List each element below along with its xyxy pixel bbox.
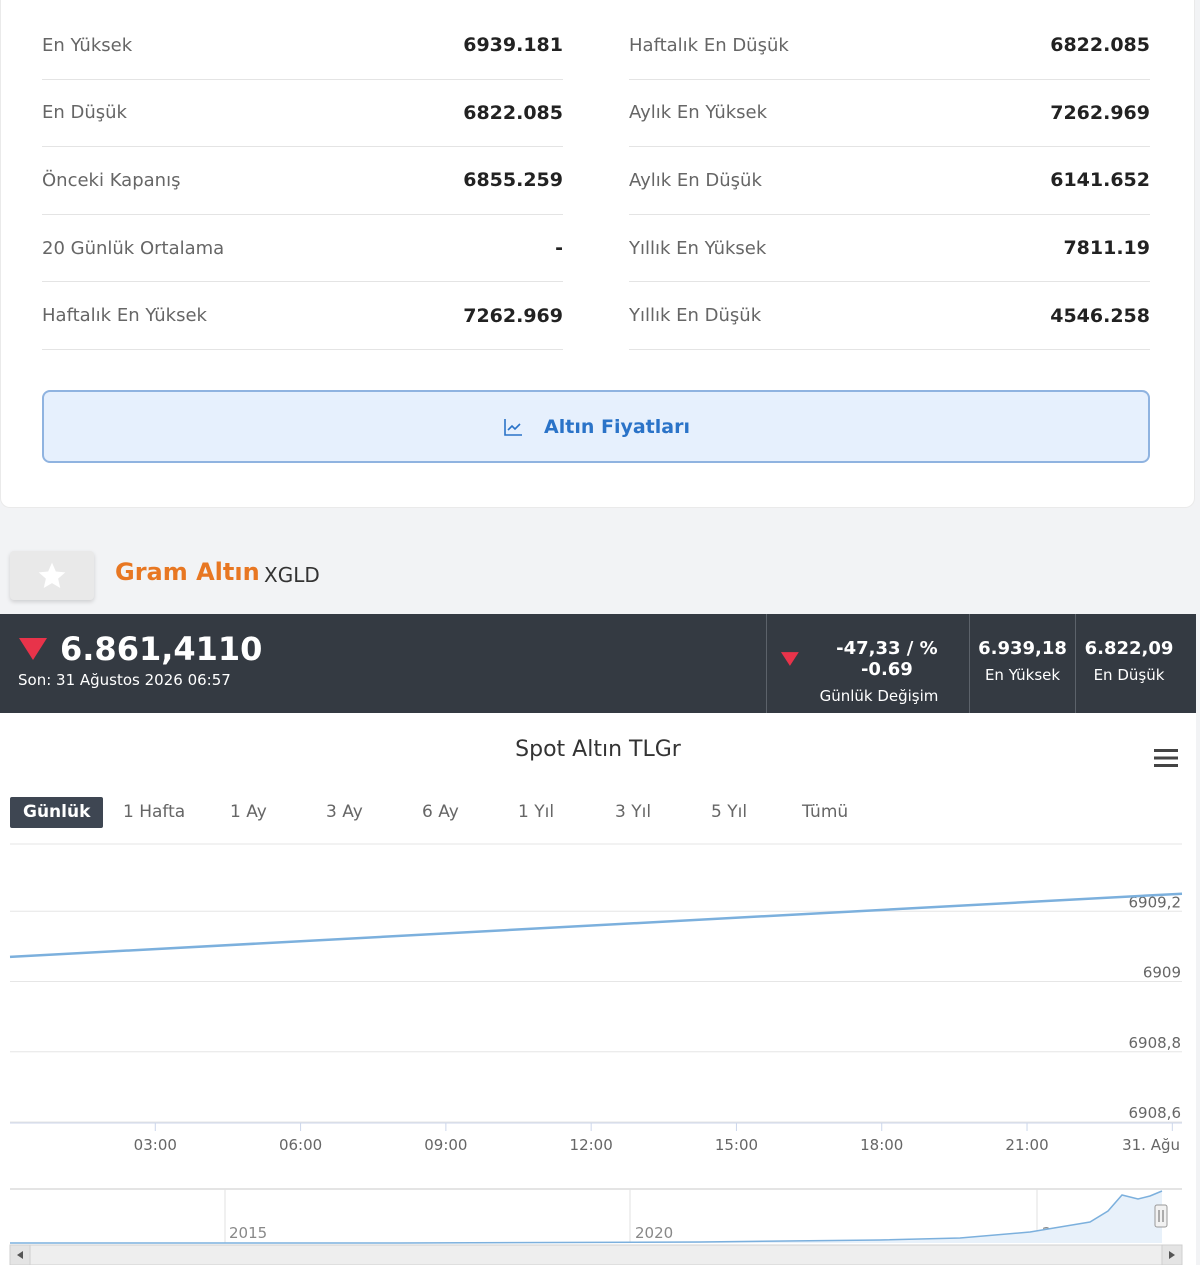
stat-row: Aylık En Yüksek 7262.969	[629, 80, 1150, 148]
daily-low-value: 6.822,09	[1084, 638, 1174, 659]
price-bar: 6.861,4110 Son: 31 Ağustos 2026 06:57 -4…	[0, 614, 1196, 713]
stat-value: -	[555, 237, 563, 260]
stats-card: En Yüksek 6939.181 En Düşük 6822.085 Önc…	[0, 0, 1195, 508]
chart-panel: Spot Altın TLGr Günlük 1 Hafta 1 Ay 3 Ay…	[0, 713, 1196, 1265]
instrument-name: Gram Altın	[115, 558, 260, 586]
stat-row: 20 Günlük Ortalama -	[42, 215, 563, 283]
stat-row: Yıllık En Düşük 4546.258	[629, 282, 1150, 350]
price-main: 6.861,4110	[18, 630, 262, 668]
gold-prices-button-label: Altın Fiyatları	[544, 415, 690, 438]
stat-label: En Düşük	[42, 102, 127, 124]
time-navigator[interactable]: 2015 2020 2025	[0, 1185, 1196, 1265]
stat-row: En Düşük 6822.085	[42, 80, 563, 148]
x-tick-label: 15:00	[715, 1136, 758, 1154]
tab-1-month[interactable]: 1 Ay	[230, 797, 267, 828]
stat-label: Haftalık En Yüksek	[42, 305, 207, 327]
stat-row: Haftalık En Düşük 6822.085	[629, 12, 1150, 80]
stat-row: En Yüksek 6939.181	[42, 12, 563, 80]
stat-value: 4546.258	[1050, 304, 1150, 327]
tab-all[interactable]: Tümü	[802, 797, 848, 828]
y-tick-label: 6909	[1143, 964, 1181, 982]
tab-1-year[interactable]: 1 Yıl	[518, 797, 554, 828]
stat-value: 7811.19	[1063, 237, 1150, 260]
current-price: 6.861,4110	[60, 630, 263, 668]
chart-title: Spot Altın TLGr	[515, 737, 681, 762]
line-chart-icon	[504, 418, 523, 436]
stat-row: Haftalık En Yüksek 7262.969	[42, 282, 563, 350]
stat-value: 6855.259	[463, 169, 563, 192]
stat-label: Yıllık En Düşük	[629, 305, 762, 327]
navigator-year-label: 2020	[635, 1224, 673, 1242]
hamburger-menu-icon[interactable]	[1154, 748, 1178, 768]
x-tick-label: 09:00	[424, 1136, 467, 1154]
instrument-code: XGLD	[264, 563, 320, 587]
stats-column-right: Haftalık En Düşük 6822.085 Aylık En Yüks…	[629, 12, 1150, 350]
daily-high: 6.939,18 En Yüksek	[970, 638, 1075, 684]
navigator-series-line	[10, 1190, 1163, 1244]
daily-low: 6.822,09 En Düşük	[1076, 638, 1182, 684]
horizontal-scrollbar[interactable]	[9, 1244, 1183, 1265]
stat-label: Aylık En Yüksek	[629, 102, 768, 124]
star-icon	[38, 562, 66, 588]
tab-5-years[interactable]: 5 Yıl	[711, 797, 747, 828]
daily-high-value: 6.939,18	[978, 638, 1067, 659]
stat-label: Yıllık En Yüksek	[629, 237, 767, 259]
stats-column-left: En Yüksek 6939.181 En Düşük 6822.085 Önc…	[42, 12, 563, 350]
daily-high-label: En Yüksek	[984, 666, 1061, 684]
x-tick-label: 06:00	[279, 1136, 322, 1154]
stat-label: 20 Günlük Ortalama	[42, 237, 225, 259]
stat-value: 6939.181	[463, 34, 563, 57]
daily-change: -47,33 / % -0.69 Günlük Değişim	[780, 638, 966, 705]
stat-value: 6822.085	[1050, 34, 1150, 57]
tab-6-months[interactable]: 6 Ay	[422, 797, 459, 828]
stat-value: 7262.969	[1050, 101, 1150, 124]
last-update: Son: 31 Ağustos 2026 06:57	[18, 671, 231, 689]
y-tick-label: 6908,8	[1129, 1034, 1182, 1052]
price-series-line	[9, 892, 1183, 959]
tab-1-week[interactable]: 1 Hafta	[123, 797, 185, 828]
tab-daily[interactable]: Günlük	[10, 797, 104, 828]
down-arrow-icon	[19, 638, 47, 660]
x-tick-label: 12:00	[570, 1136, 613, 1154]
x-tick-label: 21:00	[1005, 1136, 1048, 1154]
x-tick-label: 03:00	[134, 1136, 177, 1154]
stat-row: Önceki Kapanış 6855.259	[42, 147, 563, 215]
gold-prices-button[interactable]: Altın Fiyatları	[42, 390, 1150, 463]
tab-3-months[interactable]: 3 Ay	[326, 797, 363, 828]
stat-value: 7262.969	[463, 304, 563, 327]
stat-value: 6141.652	[1050, 169, 1150, 192]
stat-value: 6822.085	[463, 101, 563, 124]
stat-row: Aylık En Düşük 6141.652	[629, 147, 1150, 215]
favorite-button[interactable]	[10, 551, 94, 600]
daily-change-value: -47,33 / % -0.69	[836, 638, 938, 680]
navigator-handle[interactable]	[1154, 1204, 1168, 1228]
daily-low-label: En Düşük	[1093, 666, 1165, 684]
down-arrow-icon	[780, 652, 799, 666]
stat-label: Haftalık En Düşük	[629, 34, 789, 56]
stat-label: En Yüksek	[42, 34, 133, 56]
y-tick-label: 6908,6	[1129, 1104, 1182, 1122]
tab-3-years[interactable]: 3 Yıl	[615, 797, 651, 828]
x-tick-label: 18:00	[860, 1136, 903, 1154]
divider	[766, 614, 767, 713]
navigator-year-label: 2015	[229, 1224, 267, 1242]
daily-change-label: Günlük Değişim	[819, 687, 939, 705]
stat-row: Yıllık En Yüksek 7811.19	[629, 215, 1150, 283]
stat-label: Önceki Kapanış	[42, 169, 181, 191]
x-tick-label: 31. Ağu	[1122, 1136, 1180, 1154]
stat-label: Aylık En Düşük	[629, 169, 762, 191]
